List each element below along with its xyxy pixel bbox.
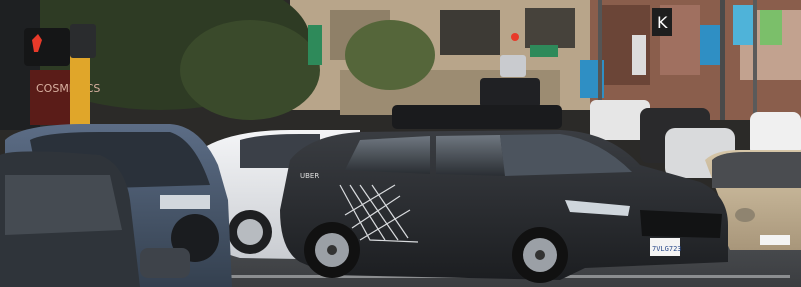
storefront-sign-text: COSMETICS bbox=[36, 82, 100, 95]
side-window bbox=[436, 135, 505, 176]
traffic-light bbox=[70, 24, 96, 58]
street-sign-green bbox=[308, 25, 322, 65]
license-plate-text: 7VLG723 bbox=[652, 245, 682, 253]
uber-logo-text: UBER bbox=[300, 172, 319, 180]
tree-center bbox=[345, 20, 435, 90]
storefront-sign bbox=[30, 70, 72, 125]
pedestrian-signal bbox=[24, 28, 70, 66]
street-photo: K COSMETICS UBER 7VLG723 bbox=[0, 0, 801, 287]
roof-rack bbox=[392, 105, 562, 129]
grille bbox=[640, 210, 722, 238]
side-mirror bbox=[140, 248, 190, 278]
svg-text:K: K bbox=[657, 13, 668, 32]
lidar-sensor bbox=[500, 55, 526, 77]
signal-pole-yellow bbox=[70, 55, 90, 127]
sensor-pod bbox=[480, 78, 540, 108]
traffic-light-red-icon bbox=[511, 33, 519, 41]
photo-canvas: K COSMETICS UBER 7VLG723 bbox=[0, 0, 801, 287]
